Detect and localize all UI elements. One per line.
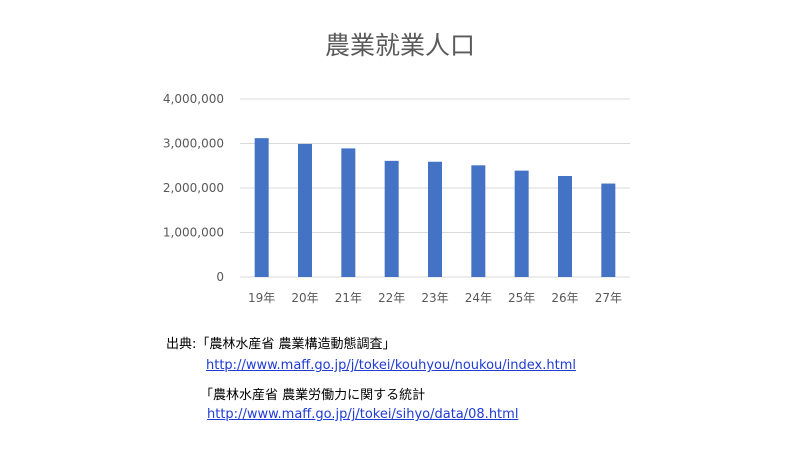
x-tick-label: 24年	[465, 291, 492, 305]
bars	[254, 138, 616, 277]
y-tick-label: 3,000,000	[163, 137, 224, 151]
y-tick-label: 0	[216, 270, 224, 284]
bar	[558, 175, 572, 277]
bar	[601, 183, 616, 277]
source-link-2-wrapper: http://www.maff.go.jp/j/tokei/sihyo/data…	[207, 407, 518, 422]
bar	[298, 143, 312, 277]
x-axis-ticks: 19年 20年 21年 22年 23年 24年 25年 26年 27年	[248, 291, 622, 305]
bar	[428, 161, 442, 277]
x-tick-label: 23年	[421, 291, 448, 305]
source-link-2[interactable]: http://www.maff.go.jp/j/tokei/sihyo/data…	[207, 407, 518, 422]
y-tick-label: 1,000,000	[163, 226, 224, 240]
bar-chart: 0 1,000,000 2,000,000 3,000,000 4,000,000 19…	[163, 92, 630, 305]
x-tick-label: 26年	[551, 291, 578, 305]
x-tick-label: 21年	[335, 291, 362, 305]
x-tick-label: 20年	[291, 291, 318, 305]
source-link-1[interactable]: http://www.maff.go.jp/j/tokei/kouhyou/no…	[206, 358, 576, 373]
bar	[384, 160, 399, 277]
bar	[254, 138, 269, 277]
x-tick-label: 25年	[508, 291, 535, 305]
bar	[514, 170, 529, 277]
x-tick-label: 19年	[248, 291, 275, 305]
y-tick-label: 2,000,000	[163, 181, 224, 195]
source-label-1: 出典:「農林水産省 農業構造動態調査」	[166, 337, 396, 352]
x-tick-label: 22年	[378, 291, 405, 305]
x-tick-label: 27年	[595, 291, 622, 305]
source-link-1-wrapper: http://www.maff.go.jp/j/tokei/kouhyou/no…	[206, 358, 576, 373]
source-label-2: 「農林水産省 農業労働力に関する統計	[200, 388, 426, 403]
bar	[471, 165, 486, 277]
bar	[341, 148, 356, 277]
y-axis-ticks: 0 1,000,000 2,000,000 3,000,000 4,000,000	[163, 92, 224, 284]
y-tick-label: 4,000,000	[163, 92, 224, 106]
